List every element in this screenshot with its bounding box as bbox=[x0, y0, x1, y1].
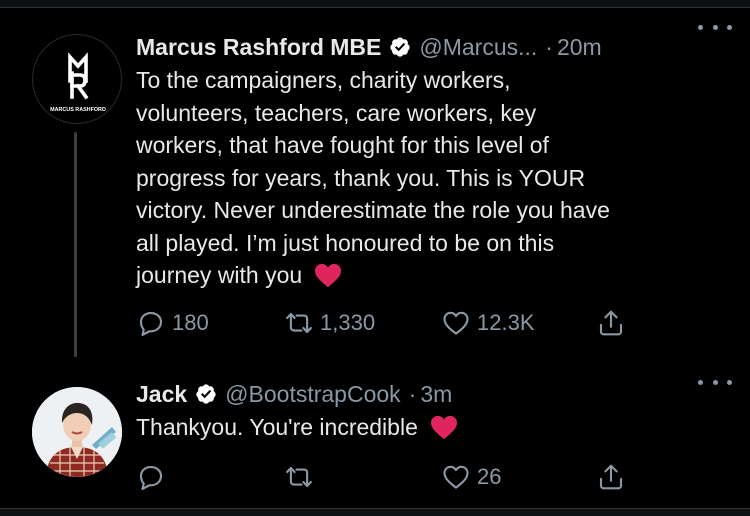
tweet-header: Jack @BootstrapCook · 3m bbox=[136, 379, 730, 409]
like-button[interactable]: 12.3K bbox=[441, 305, 535, 341]
time-separator: · bbox=[545, 33, 553, 60]
display-name[interactable]: Jack bbox=[136, 381, 187, 408]
avatar[interactable] bbox=[32, 387, 122, 477]
share-icon bbox=[599, 310, 623, 336]
reply-button[interactable] bbox=[136, 459, 172, 495]
avatar[interactable]: MARCUS RASHFORD bbox=[32, 34, 122, 124]
tweet-text: To the campaigners, charity workers, vol… bbox=[136, 64, 730, 292]
display-name[interactable]: Marcus Rashford MBE bbox=[136, 34, 381, 61]
red-heart-emoji-icon bbox=[430, 415, 457, 440]
retweet-button[interactable]: 1,330 bbox=[284, 305, 375, 341]
share-icon bbox=[599, 464, 623, 490]
logo-text: MARCUS RASHFORD bbox=[50, 107, 106, 113]
handle[interactable]: @Marcus... bbox=[419, 34, 537, 61]
heart-icon bbox=[443, 465, 469, 489]
timestamp[interactable]: 3m bbox=[420, 381, 452, 408]
tweet-header: Marcus Rashford MBE @Marcus... · 20m bbox=[136, 32, 730, 62]
like-count: 26 bbox=[477, 464, 502, 489]
share-button[interactable] bbox=[596, 305, 626, 341]
tweet-actions: 180 1,330 12.3K bbox=[136, 305, 636, 341]
tweet-text-content: Thankyou. You're incredible bbox=[136, 414, 418, 440]
reply-icon bbox=[139, 465, 163, 490]
handle[interactable]: @BootstrapCook bbox=[225, 381, 401, 408]
verified-badge-icon bbox=[390, 37, 410, 57]
retweet-count: 1,330 bbox=[320, 310, 376, 335]
verified-badge-icon bbox=[196, 384, 216, 404]
thread-line bbox=[74, 132, 77, 357]
timestamp[interactable]: 20m bbox=[557, 34, 602, 61]
share-button[interactable] bbox=[596, 459, 626, 495]
profile-photo-icon bbox=[32, 387, 122, 477]
red-heart-emoji-icon bbox=[315, 263, 342, 288]
tweet-marcus-rashford[interactable]: MARCUS RASHFORD Marcus Rashford MBE @Mar… bbox=[0, 10, 750, 360]
more-options-icon[interactable] bbox=[698, 20, 732, 34]
reply-button[interactable]: 180 bbox=[136, 305, 209, 341]
retweet-button[interactable] bbox=[284, 459, 320, 495]
reply-count: 180 bbox=[172, 310, 209, 335]
tweet-text-content: To the campaigners, charity workers, vol… bbox=[136, 67, 610, 288]
reply-icon bbox=[139, 311, 163, 336]
more-options-icon[interactable] bbox=[698, 375, 732, 389]
tweet-actions: 26 bbox=[136, 459, 636, 495]
tweet-text: Thankyou. You're incredible bbox=[136, 411, 730, 444]
tweet-jack[interactable]: Jack @BootstrapCook · 3m Thankyou. You'r… bbox=[0, 365, 750, 505]
bottom-divider bbox=[0, 508, 750, 516]
top-divider bbox=[0, 0, 750, 8]
heart-icon bbox=[443, 311, 469, 335]
mr-logo-icon: MARCUS RASHFORD bbox=[50, 52, 106, 113]
retweet-icon bbox=[286, 466, 312, 488]
time-separator: · bbox=[408, 380, 417, 407]
retweet-icon bbox=[286, 312, 312, 334]
like-button[interactable]: 26 bbox=[441, 459, 501, 495]
like-count: 12.3K bbox=[477, 310, 535, 335]
